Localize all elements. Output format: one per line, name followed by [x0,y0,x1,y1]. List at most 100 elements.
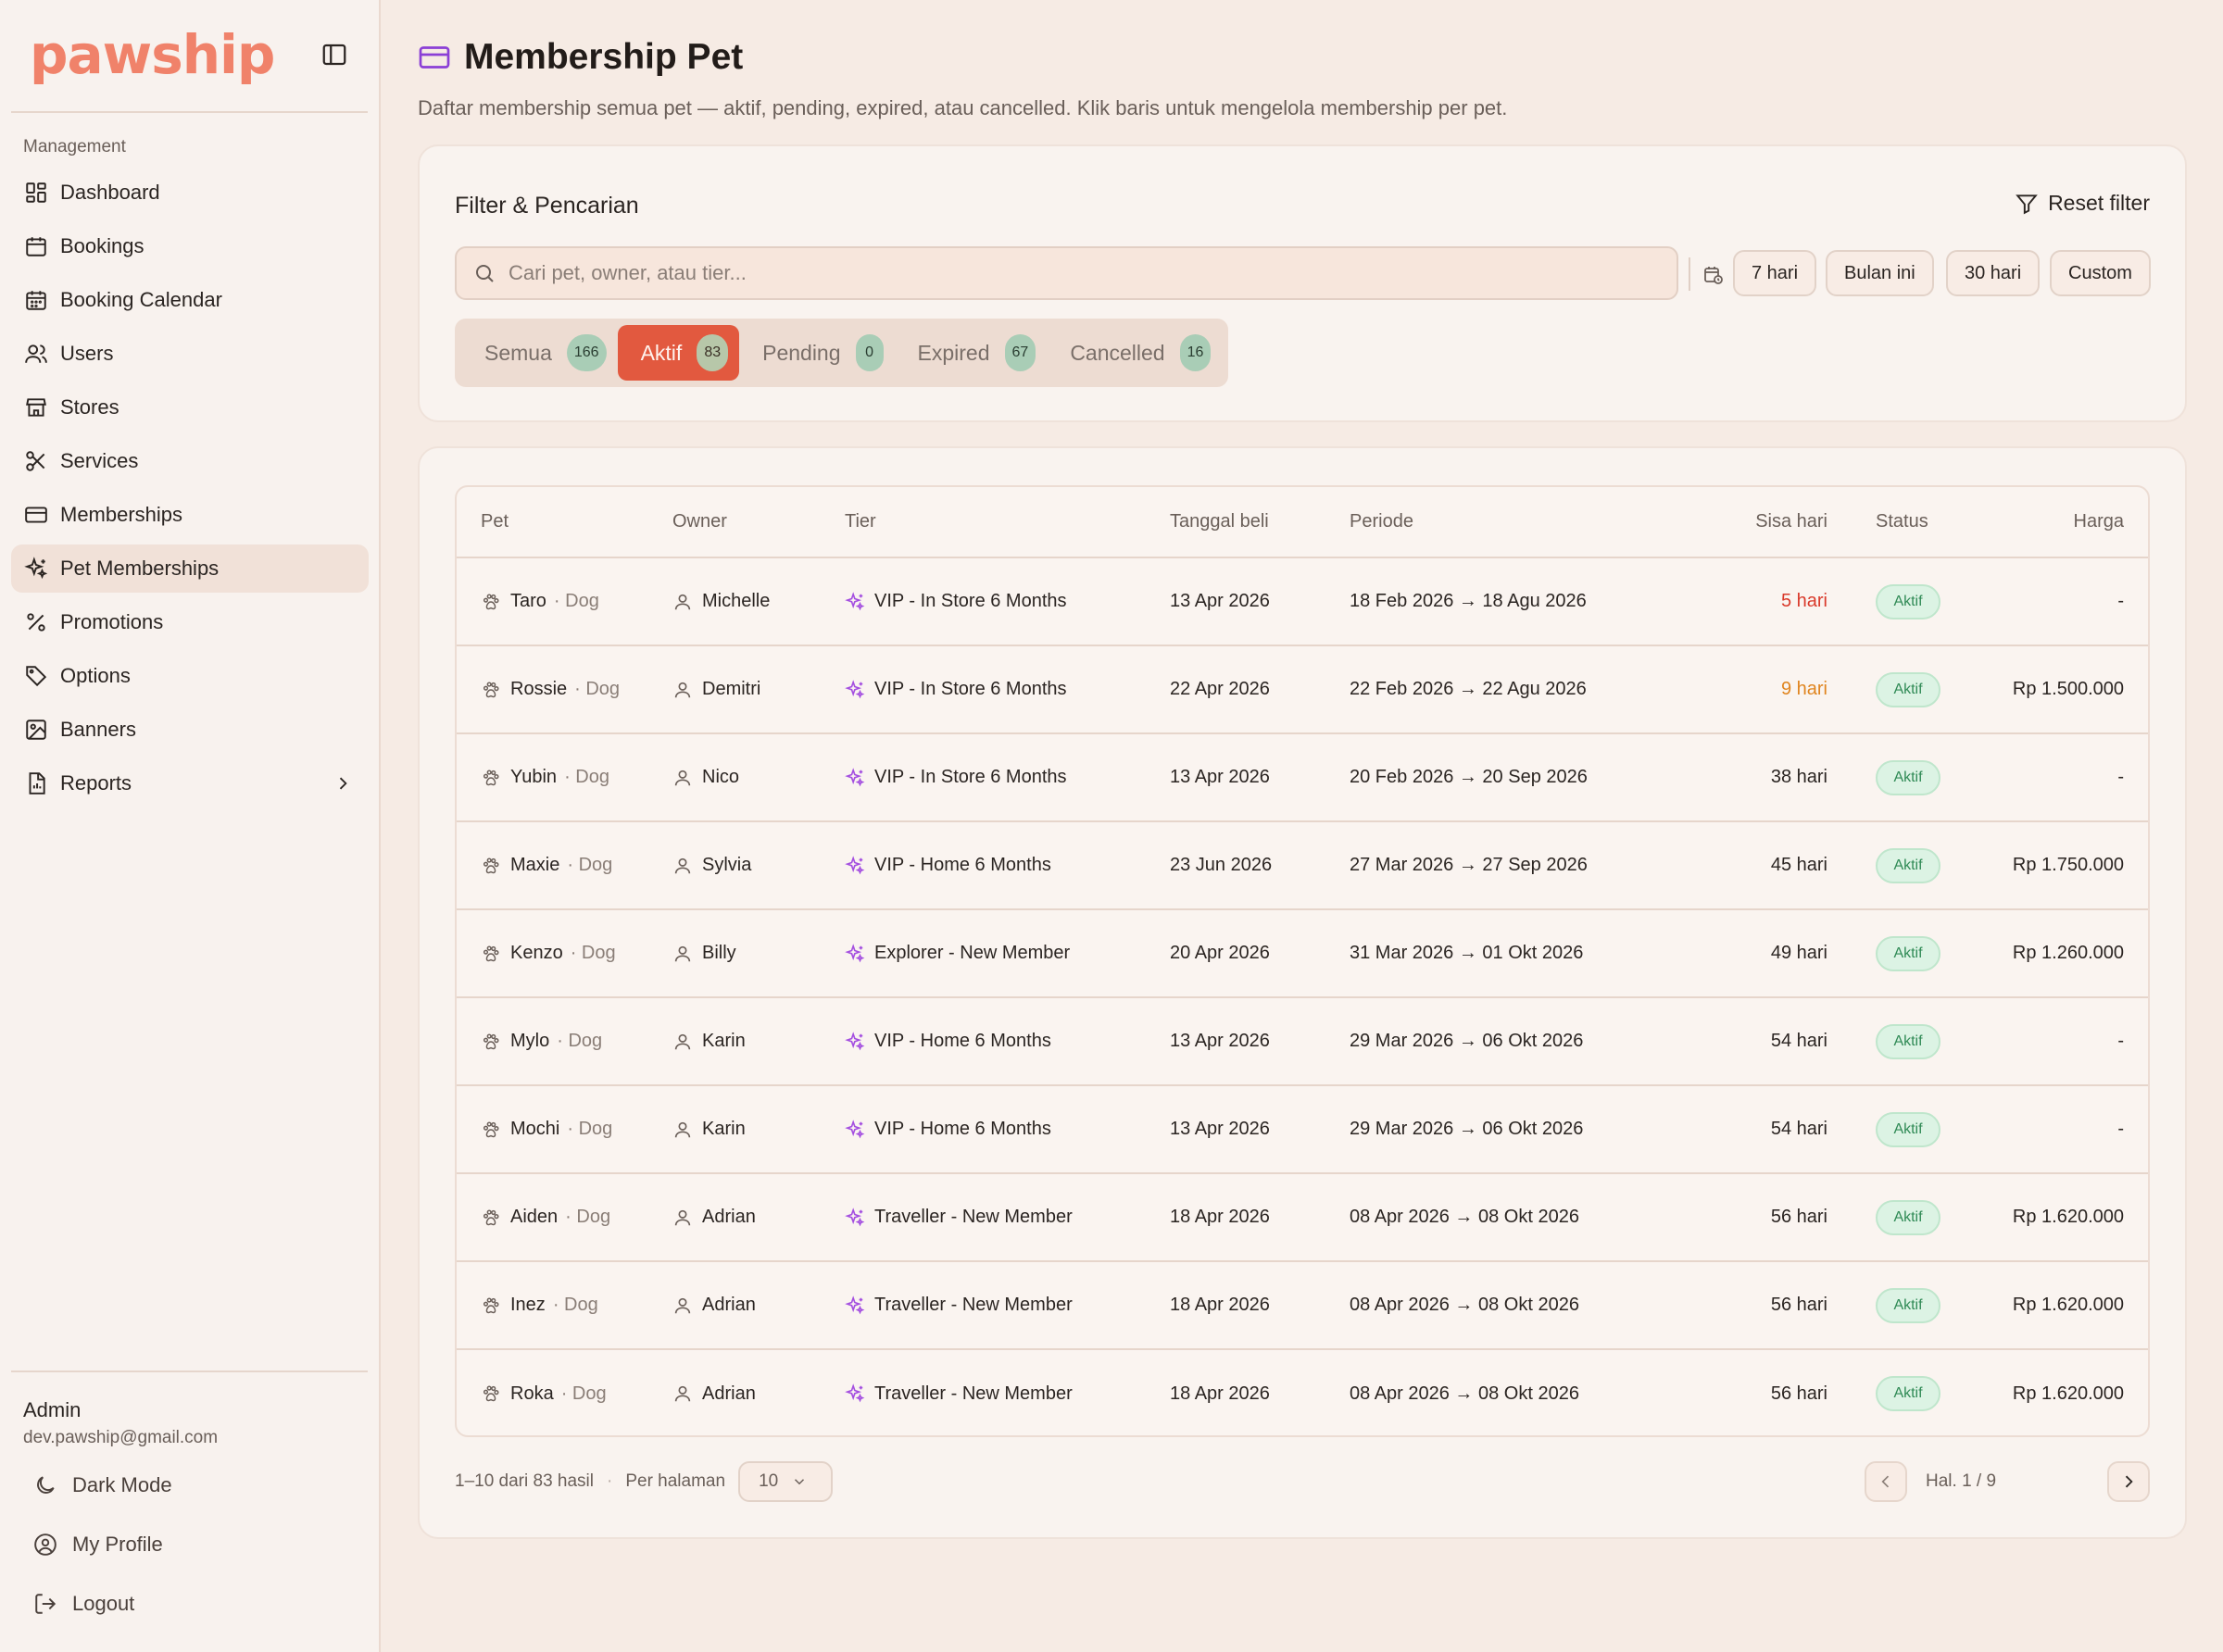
range-custom-button[interactable]: Custom [2050,250,2151,296]
sidebar-item-users[interactable]: Users [11,330,369,378]
pet-species: · Dog [560,1383,607,1404]
tab-cancelled[interactable]: Cancelled 16 [1047,325,1222,381]
tier-cell: VIP - Home 6 Months [845,997,1170,1086]
owner-name: Adrian [702,1383,756,1404]
per-page-select[interactable]: 10 [738,1461,834,1502]
column-header-bought-date[interactable]: Tanggal beli [1170,487,1350,558]
prev-page-button[interactable] [1865,1461,1907,1502]
bought-date-cell: 23 Jun 2026 [1170,821,1350,910]
paw-icon [483,1296,499,1313]
tier-name: VIP - Home 6 Months [874,1119,1051,1139]
pawship-logo[interactable]: pawship [30,22,275,87]
dark-mode-button[interactable]: Dark Mode [33,1467,172,1504]
tier-cell: Explorer - New Member [845,909,1170,998]
sidebar-item-promotions[interactable]: Promotions [11,598,369,646]
sidebar-item-bookings[interactable]: Bookings [11,222,369,270]
paw-icon [483,1385,499,1402]
sparkles-icon [845,855,865,874]
logout-button[interactable]: Logout [33,1585,134,1622]
table-row[interactable]: Yubin · Dog Nico VIP - In Store 6 Months 13 … [457,733,2148,822]
days-left-cell: 49 hari [1646,909,1831,998]
bought-date-cell: 13 Apr 2026 [1170,1085,1350,1174]
column-header-days-left[interactable]: Sisa hari [1646,487,1831,558]
sidebar-item-banners[interactable]: Banners [11,706,369,754]
users-icon [25,344,47,363]
range-7-days-button[interactable]: 7 hari [1733,250,1817,296]
table-row[interactable]: Maxie · Dog Sylvia VIP - Home 6 Months 23 Ju… [457,821,2148,910]
tier-name: VIP - Home 6 Months [874,1031,1051,1051]
sidebar-item-options[interactable]: Options [11,652,369,700]
status-cell: Aktif [1831,1261,1940,1350]
status-badge: Aktif [1876,1199,1940,1235]
sparkles-icon [845,679,865,698]
table-row[interactable]: Aiden · Dog Adrian Traveller - New Member 18… [457,1173,2148,1262]
tab-aktif[interactable]: Aktif 83 [617,325,740,381]
percent-icon [27,613,45,632]
search-icon [476,265,494,282]
paw-icon [483,1120,499,1137]
table-row[interactable]: Inez · Dog Adrian Traveller - New Member 18 … [457,1261,2148,1350]
table-row[interactable]: Mylo · Dog Karin VIP - Home 6 Months 13 Apr … [457,997,2148,1086]
column-header-period[interactable]: Periode [1350,487,1646,558]
search-box[interactable] [455,246,1678,300]
sidebar-item-pet-memberships[interactable]: Pet Memberships [11,544,369,593]
sidebar-item-services[interactable]: Services [11,437,369,485]
column-header-owner[interactable]: Owner [672,487,845,558]
search-input[interactable] [509,261,1677,285]
period-cell: 29 Mar 2026 → 06 Okt 2026 [1350,997,1646,1086]
my-profile-button[interactable]: My Profile [33,1526,163,1563]
sidebar-toggle-icon[interactable] [320,41,348,69]
tier-name: Traveller - New Member [874,1207,1073,1227]
status-cell: Aktif [1831,1085,1940,1174]
pet-species: · Dog [553,591,599,611]
scissors-icon [26,451,45,471]
table-row[interactable]: Taro · Dog Michelle VIP - In Store 6 Months… [457,557,2148,646]
sidebar-item-reports[interactable]: Reports [11,759,369,807]
tier-name: VIP - Home 6 Months [874,855,1051,875]
tier-name: Traveller - New Member [874,1383,1073,1404]
tab-semua[interactable]: Semua 166 [461,325,618,381]
range-30-days-button[interactable]: 30 hari [1946,250,2041,296]
sidebar-divider [11,1370,368,1372]
tier-cell: VIP - In Store 6 Months [845,645,1170,734]
page-header: Membership Pet Daftar membership semua p… [418,37,1507,120]
pet-name: Yubin [510,767,558,787]
period-cell: 18 Feb 2026 → 18 Agu 2026 [1350,557,1646,646]
column-header-price[interactable]: Harga [1927,487,2148,558]
table-row[interactable]: Roka · Dog Adrian Traveller - New Member 18 … [457,1349,2148,1435]
tab-pending[interactable]: Pending 0 [739,325,894,381]
sidebar-item-dashboard[interactable]: Dashboard [11,169,369,217]
reset-filter-button[interactable]: Reset filter [2015,191,2150,216]
table-row[interactable]: Kenzo · Dog Billy Explorer - New Member 20 A… [457,909,2148,998]
owner-name: Demitri [702,679,761,699]
pet-name: Taro [510,591,546,611]
column-header-pet[interactable]: Pet [457,487,672,558]
sidebar-item-stores[interactable]: Stores [11,383,369,432]
sidebar-item-label: Banners [60,718,136,741]
tab-expired[interactable]: Expired 67 [895,325,1048,381]
owner-cell: Nico [672,733,845,822]
sidebar-item-memberships[interactable]: Memberships [11,491,369,539]
range-this-month-button[interactable]: Bulan ini [1826,250,1934,296]
price-cell: - [1927,1085,2148,1174]
report-icon [29,772,45,795]
status-cell: Aktif [1831,1349,1940,1435]
days-left-cell: 45 hari [1646,821,1831,910]
owner-cell: Sylvia [672,821,845,910]
owner-name: Adrian [702,1295,756,1315]
per-page-value: 10 [759,1471,779,1491]
column-header-status[interactable]: Status [1831,487,1928,558]
dark-mode-label: Dark Mode [72,1473,172,1496]
pet-cell: Roka · Dog [457,1349,672,1435]
sidebar-item-booking-calendar[interactable]: Booking Calendar [11,276,369,324]
calendar-clock-icon[interactable] [1702,264,1725,286]
column-header-tier[interactable]: Tier [845,487,1170,558]
table-row[interactable]: Mochi · Dog Karin VIP - Home 6 Months 13 Apr… [457,1085,2148,1174]
price-cell: - [1927,733,2148,822]
sparkles-icon [845,1119,865,1138]
table-row[interactable]: Rossie · Dog Demitri VIP - In Store 6 Month… [457,645,2148,734]
next-page-button[interactable] [2107,1461,2150,1502]
status-cell: Aktif [1831,645,1940,734]
filter-card: Filter & Pencarian Reset filter 7 hari B… [418,144,2187,422]
bought-date-cell: 18 Apr 2026 [1170,1173,1350,1262]
